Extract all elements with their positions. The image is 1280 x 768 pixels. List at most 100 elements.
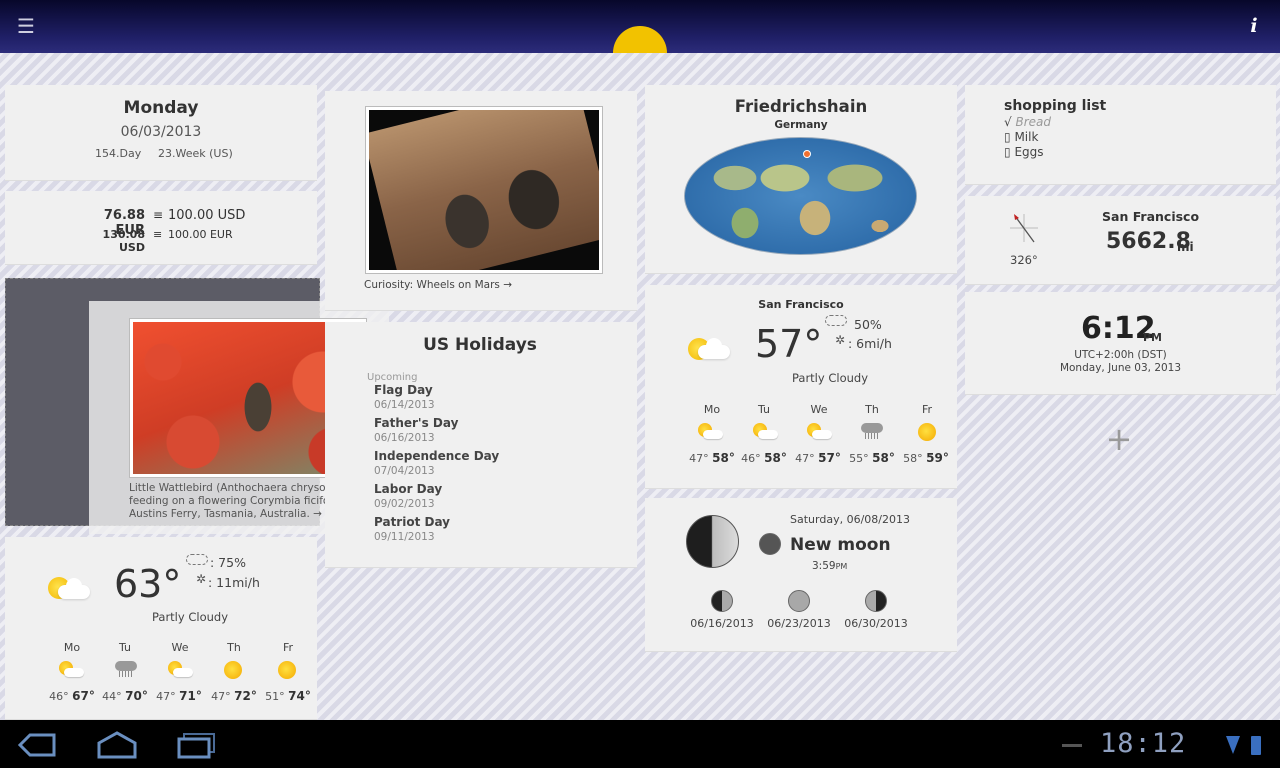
date-day-name: Monday [123, 98, 199, 118]
weather-condition: Partly Cloudy [791, 371, 868, 385]
distance-city: San Francisco [1102, 209, 1200, 224]
holiday-name: Father's Day [374, 416, 459, 430]
moon-date: Saturday, 06/08/2013 [790, 513, 910, 526]
weather-condition: Partly Cloudy [151, 610, 228, 624]
forecast-temps: 51° 74° [265, 689, 311, 703]
mars-photo-frame[interactable] [365, 106, 603, 274]
holiday-date: 06/14/2013 [374, 399, 435, 411]
recent-apps-icon[interactable] [176, 729, 218, 761]
holidays-widget[interactable] [325, 322, 637, 568]
status-clock[interactable]: 18:12 [1100, 728, 1186, 759]
holidays-title: US Holidays [423, 335, 537, 355]
compass-icon [1010, 214, 1038, 243]
moon-phase-date: 06/16/2013 [690, 617, 754, 630]
currency-amount-2: 130.08 USD [102, 228, 145, 254]
sun-icon [278, 661, 304, 679]
holiday-date: 07/04/2013 [374, 465, 435, 477]
moon-phase-date: 06/23/2013 [767, 617, 831, 630]
current-temperature: 63° [114, 562, 182, 606]
forecast-temps: 47° 58° [689, 451, 735, 465]
forecast-day: Fr [282, 641, 294, 654]
partly-cloudy-icon [753, 423, 779, 441]
forecast-day: Th [865, 403, 879, 416]
home-icon[interactable] [95, 729, 139, 761]
forecast-day: Tu [118, 641, 132, 654]
forecast-day: Fr [921, 403, 933, 416]
clock-utc-offset: UTC+2:00h (DST) [1074, 349, 1167, 361]
shopping-list-item[interactable]: ▯ Milk [1004, 130, 1038, 144]
moon-phase-name: New moon [790, 535, 891, 555]
forecast-day: We [810, 403, 828, 416]
precipitation: : 75% [210, 555, 246, 570]
holiday-name: Patriot Day [374, 515, 451, 529]
add-widget-button[interactable]: + [1104, 423, 1134, 455]
forecast-day: Tu [757, 403, 771, 416]
map-country: Germany [774, 119, 828, 131]
holiday-name: Flag Day [374, 383, 433, 397]
mars-photo-caption[interactable]: Curiosity: Wheels on Mars → [364, 279, 512, 291]
holiday-date: 09/02/2013 [374, 498, 435, 510]
partly-cloudy-icon [59, 661, 85, 679]
day-of-year: 154.Day [95, 147, 142, 160]
new-moon-icon [759, 533, 781, 555]
weather-widget-local[interactable]: 63° : 75% ✲ : 11mi/h Partly Cloudy Mo Tu… [5, 537, 317, 720]
notification-indicator[interactable] [1062, 744, 1082, 747]
location-pin-icon [803, 150, 811, 158]
forecast-temps: 46° 67° [49, 689, 95, 703]
forecast-temps: 46° 58° [741, 451, 787, 465]
forecast-temps: 47° 71° [156, 689, 202, 703]
forecast-temps: 47° 57° [795, 451, 841, 465]
moon-phase-date: 06/30/2013 [844, 617, 908, 630]
weather-city: San Francisco [758, 298, 844, 311]
shopping-list-title: shopping list [1004, 98, 1107, 114]
forecast-temps: 55° 58° [849, 451, 895, 465]
sun-icon [613, 26, 667, 53]
clock-ampm: PM [1143, 331, 1163, 344]
sun-icon [918, 423, 944, 441]
info-icon[interactable]: i [1244, 14, 1264, 38]
clock-date: Monday, June 03, 2013 [1059, 362, 1182, 374]
moon-phase-time: 3:59PM [812, 560, 848, 572]
holiday-date: 06/16/2013 [374, 432, 435, 444]
weather-widget-san-francisco[interactable]: San Francisco 57° 50% ✲ : 6mi/h Partly C… [645, 285, 957, 489]
partly-cloudy-icon [807, 423, 833, 441]
forecast-temps: 58° 59° [903, 451, 949, 465]
distance-unit: mi [1177, 240, 1194, 254]
partly-cloudy-icon [698, 423, 724, 441]
current-temperature: 57° [755, 322, 823, 366]
last-quarter-moon-icon [865, 590, 887, 612]
world-map [684, 137, 917, 255]
shopping-list-item[interactable]: √ Bread [1004, 115, 1051, 129]
forecast-day: Th [227, 641, 241, 654]
moon-icon [686, 515, 739, 568]
date-widget[interactable]: Monday 06/03/2013 154.Day 23.Week (US) [5, 85, 317, 181]
holiday-name: Independence Day [374, 449, 500, 463]
first-quarter-moon-icon [711, 590, 733, 612]
shopping-list-item[interactable]: ▯ Eggs [1004, 145, 1044, 159]
battery-icon [1251, 736, 1261, 755]
cloud-icon [825, 315, 847, 326]
cloud-icon [186, 554, 208, 565]
currency-widget[interactable]: 76.88 EUR ≡ 100.00 USD 130.08 USD ≡ 100.… [5, 191, 317, 265]
map-city: Friedrichshain [734, 97, 868, 116]
bearing-degrees: 326° [1010, 253, 1038, 267]
wind-icon: ✲ [835, 333, 846, 347]
currency-equals-2: ≡ [153, 228, 163, 241]
week-number: 23.Week (US) [158, 147, 233, 160]
holiday-date: 09/11/2013 [374, 531, 435, 543]
wind-speed: : 6mi/h [848, 336, 892, 351]
currency-equals-1: ≡ [153, 208, 164, 222]
back-icon[interactable] [16, 729, 58, 761]
currency-target-2: 100.00 EUR [168, 228, 233, 241]
forecast-temps: 44° 70° [102, 689, 148, 703]
precipitation: 50% [854, 317, 882, 332]
holiday-name: Labor Day [374, 482, 443, 496]
wind-speed: : 11mi/h [208, 575, 260, 590]
rain-icon [859, 423, 885, 441]
menu-icon[interactable]: ☰ [14, 14, 38, 38]
forecast-temps: 47° 72° [211, 689, 257, 703]
sun-icon [224, 661, 250, 679]
mars-photo [369, 110, 599, 270]
rain-icon [113, 661, 139, 679]
forecast-day: Mo [63, 641, 81, 654]
